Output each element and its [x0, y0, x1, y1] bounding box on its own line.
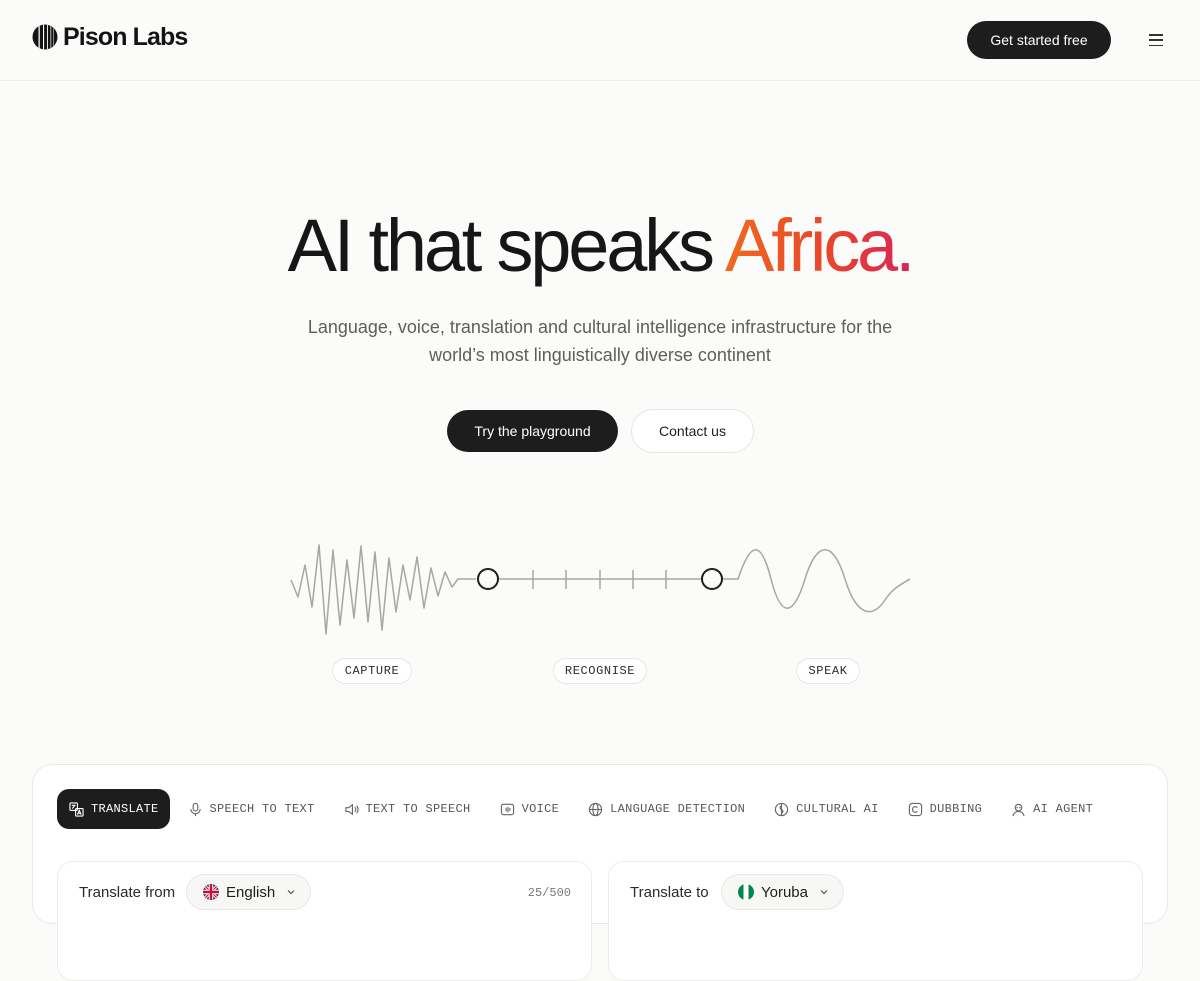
tab-label: VOICE [521, 802, 560, 816]
character-count: 25/500 [527, 886, 571, 900]
playground-panel: TRANSLATE SPEECH TO TEXT TEXT TO SPEECH … [32, 764, 1168, 981]
logo-text: Pison Labs [63, 23, 188, 51]
agent-icon [1012, 803, 1025, 816]
recognise-end-node [701, 568, 723, 590]
tab-label: SPEECH TO TEXT [209, 802, 315, 816]
source-input-card: Translate from English 25/500 [57, 861, 592, 981]
cultural-icon [774, 802, 789, 816]
target-output-card: Translate to Yoruba [608, 861, 1143, 981]
translate-from-label: Translate from [79, 884, 176, 901]
logo-mark-icon [32, 24, 58, 50]
hero-subtitle: Language, voice, translation and cultura… [307, 317, 893, 365]
target-language-value: Yoruba [761, 883, 808, 901]
playground-tabs: TRANSLATE SPEECH TO TEXT TEXT TO SPEECH … [57, 789, 1104, 829]
tab-translate[interactable]: TRANSLATE [57, 789, 170, 829]
hero-title: AI that speaks Africa. [0, 204, 1200, 288]
source-language-select[interactable]: English [186, 874, 312, 910]
nigeria-flag-icon [738, 884, 754, 900]
stage-chip-capture: CAPTURE [332, 658, 412, 684]
uk-flag-icon [203, 884, 219, 900]
source-language-value: English [226, 883, 276, 901]
globe-icon [588, 802, 603, 816]
tab-label: AI AGENT [1033, 802, 1094, 816]
voice-icon [500, 803, 514, 815]
logo-link[interactable]: Pison Labs [32, 23, 188, 51]
tab-dubbing[interactable]: DUBBING [896, 789, 994, 829]
speaker-icon [344, 803, 359, 815]
recognise-start-node [477, 568, 499, 590]
get-started-button[interactable]: Get started free [967, 21, 1111, 59]
dubbing-icon [908, 802, 922, 816]
capture-waveform [290, 544, 476, 635]
translate-to-label: Translate to [630, 884, 709, 901]
speak-waveform [723, 549, 911, 613]
hero-title-main: AI that speaks [287, 204, 726, 287]
hero-title-accent: Africa. [725, 204, 916, 287]
tab-label: TRANSLATE [91, 802, 159, 816]
try-playground-button[interactable]: Try the playground [447, 410, 618, 452]
voice-pipeline-waveform [290, 544, 911, 635]
target-language-select[interactable]: Yoruba [721, 874, 844, 910]
tab-ai-agent[interactable]: AI AGENT [999, 789, 1104, 829]
tab-label: DUBBING [929, 802, 983, 816]
tab-label: TEXT TO SPEECH [365, 802, 471, 816]
stage-chip-recognise: RECOGNISE [553, 658, 647, 684]
tab-label: CULTURAL AI [796, 802, 879, 816]
tab-text-to-speech[interactable]: TEXT TO SPEECH [332, 789, 482, 829]
chevron-down-icon [287, 890, 295, 895]
tab-cultural-ai[interactable]: CULTURAL AI [762, 789, 890, 829]
tab-label: LANGUAGE DETECTION [610, 802, 746, 816]
microphone-icon [189, 802, 201, 816]
translate-icon [69, 801, 84, 817]
tab-speech-to-text[interactable]: SPEECH TO TEXT [176, 789, 326, 829]
contact-us-button[interactable]: Contact us [631, 409, 754, 453]
stage-chip-speak: SPEAK [796, 658, 860, 684]
hamburger-menu-icon[interactable] [1149, 34, 1163, 46]
chevron-down-icon [820, 890, 828, 895]
tab-language-detection[interactable]: LANGUAGE DETECTION [576, 789, 756, 829]
top-navigation-bar: Pison Labs Get started free [0, 0, 1200, 81]
tab-voice[interactable]: VOICE [488, 789, 571, 829]
